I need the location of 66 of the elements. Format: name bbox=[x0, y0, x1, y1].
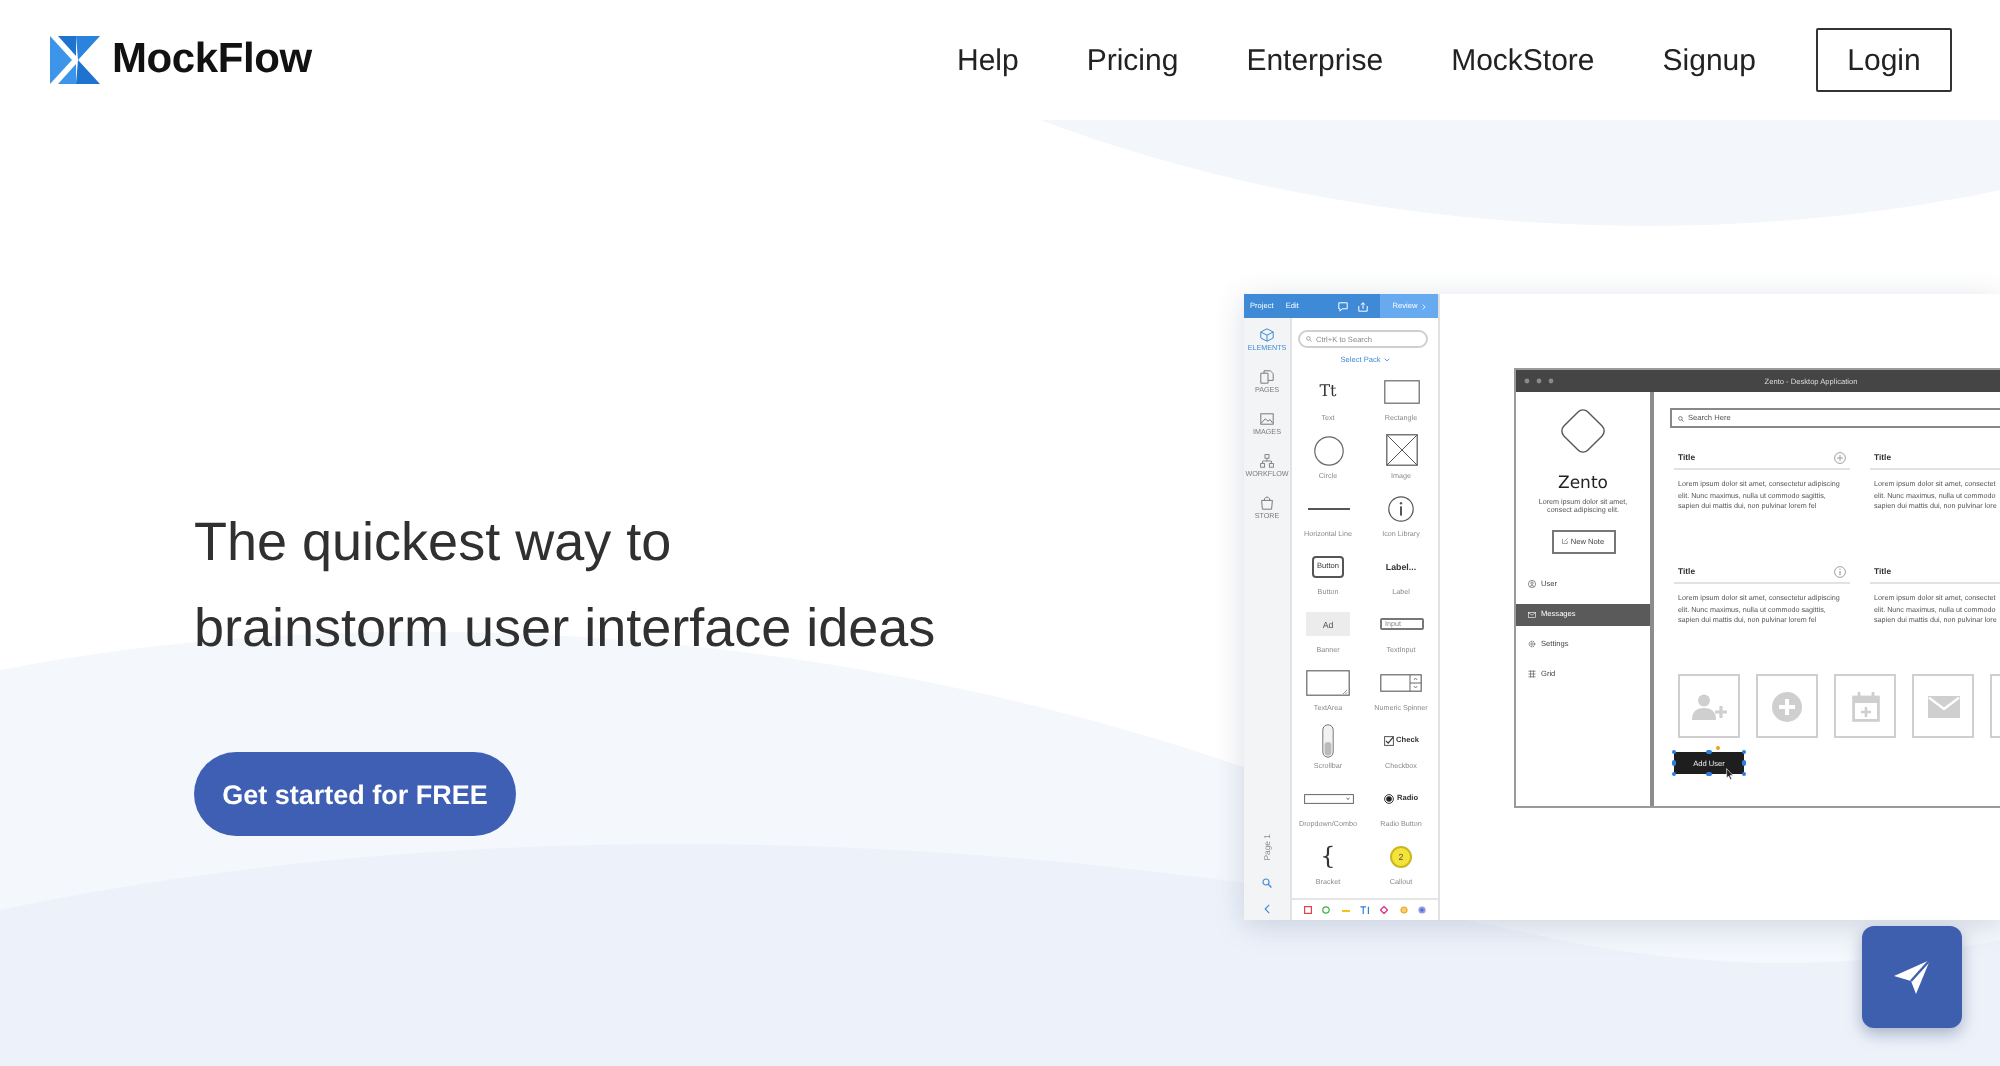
target-icon[interactable] bbox=[1418, 906, 1427, 914]
line-icon[interactable] bbox=[1307, 507, 1349, 509]
icon-tile[interactable] bbox=[1912, 674, 1974, 738]
icon-tile[interactable] bbox=[1756, 674, 1818, 738]
user-icon bbox=[1528, 580, 1536, 589]
bag-icon bbox=[1260, 495, 1274, 509]
upload-icon[interactable] bbox=[1358, 301, 1368, 311]
chevron-left-icon[interactable] bbox=[1264, 904, 1270, 914]
plus-circle-icon bbox=[1772, 691, 1802, 721]
rectangle-icon[interactable] bbox=[1383, 380, 1419, 404]
chevron-right-icon bbox=[1421, 303, 1426, 309]
circle-icon[interactable] bbox=[1313, 435, 1343, 465]
dropdown-icon[interactable] bbox=[1303, 793, 1353, 803]
text-tool-icon[interactable] bbox=[1359, 906, 1370, 914]
icon-tile[interactable] bbox=[1990, 674, 2000, 738]
image-icon bbox=[1260, 411, 1274, 425]
icon-tile[interactable] bbox=[1834, 674, 1896, 738]
pages-icon bbox=[1260, 369, 1274, 383]
chat-bubble-icon[interactable] bbox=[1338, 301, 1348, 311]
filled-circle-icon[interactable] bbox=[1399, 906, 1408, 914]
selection-handle[interactable] bbox=[1706, 749, 1712, 755]
circle-icon[interactable] bbox=[1322, 906, 1331, 914]
diamond-icon[interactable] bbox=[1380, 906, 1389, 914]
nav-link[interactable]: Pricing bbox=[1086, 43, 1179, 77]
selection-handle[interactable] bbox=[1706, 771, 1712, 777]
nav-link[interactable]: Help bbox=[956, 43, 1019, 77]
login-button[interactable]: Login bbox=[1816, 28, 1952, 92]
headline: The quickest way to brainstorm user interface ideas bbox=[194, 510, 936, 662]
radio-icon[interactable] bbox=[1383, 793, 1394, 803]
get-started-button[interactable]: Get started for FREE bbox=[194, 752, 516, 836]
sitemap-icon bbox=[1260, 453, 1274, 467]
grid-icon bbox=[1528, 670, 1536, 679]
nav-link[interactable]: Signup bbox=[1662, 43, 1756, 77]
textarea-icon[interactable] bbox=[1306, 669, 1350, 695]
envelope-icon bbox=[1528, 611, 1536, 618]
logo-text[interactable]: MockFlow bbox=[112, 36, 312, 84]
checkbox-icon[interactable] bbox=[1383, 735, 1394, 745]
paper-plane-icon bbox=[1894, 960, 1930, 994]
info-icon[interactable] bbox=[1388, 495, 1414, 521]
window-dot-icon bbox=[1536, 378, 1542, 384]
edit-icon bbox=[1561, 538, 1568, 545]
cube-icon bbox=[1260, 327, 1274, 341]
calendar-plus-icon bbox=[1851, 691, 1879, 721]
settings-icon bbox=[1528, 640, 1536, 649]
nav-link[interactable]: MockStore bbox=[1451, 43, 1595, 77]
envelope-icon bbox=[1927, 695, 1959, 717]
brand-name: Zento bbox=[1558, 474, 1608, 494]
text-sample[interactable]: Tt bbox=[1319, 382, 1337, 402]
plus-circle-icon[interactable] bbox=[1834, 451, 1846, 463]
search-icon[interactable] bbox=[1262, 878, 1272, 888]
nav-link[interactable]: Enterprise bbox=[1246, 43, 1384, 77]
window-dot-icon bbox=[1524, 378, 1530, 384]
window-dot-icon bbox=[1548, 378, 1554, 384]
bracket-sample[interactable]: { bbox=[1320, 842, 1336, 870]
rotate-handle[interactable] bbox=[1716, 745, 1721, 750]
scrollbar-icon[interactable] bbox=[1322, 723, 1334, 757]
image-placeholder-icon[interactable] bbox=[1385, 434, 1417, 466]
logo-icon[interactable] bbox=[50, 36, 100, 84]
search-icon bbox=[1306, 336, 1312, 342]
add-user-icon bbox=[1691, 693, 1727, 719]
send-button[interactable] bbox=[1862, 926, 1962, 1028]
search-icon bbox=[1678, 415, 1684, 421]
cursor-icon bbox=[1726, 768, 1734, 780]
icon-tile[interactable] bbox=[1678, 674, 1740, 738]
spinner-icon[interactable] bbox=[1380, 673, 1422, 691]
square-icon[interactable] bbox=[1303, 906, 1312, 914]
